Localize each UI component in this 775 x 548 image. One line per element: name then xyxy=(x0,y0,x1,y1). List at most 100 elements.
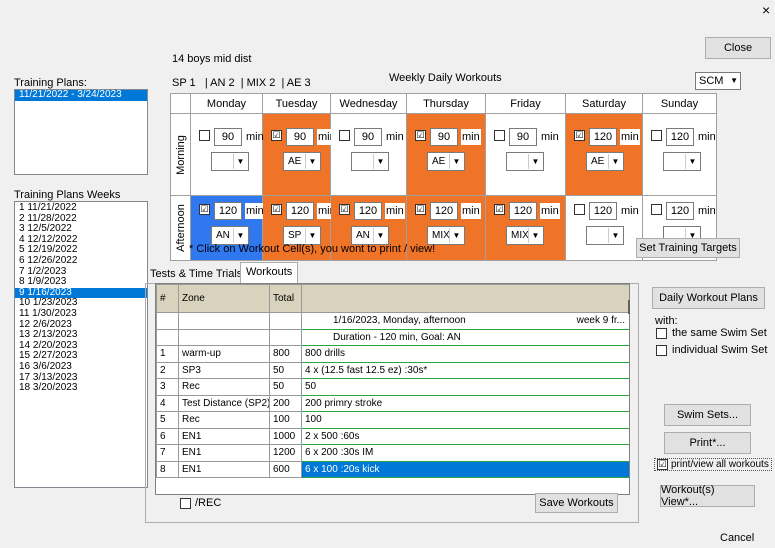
training-plans-list[interactable]: 11/21/2022 - 3/24/2023 xyxy=(14,89,148,175)
minutes-input[interactable]: 120 xyxy=(430,202,458,220)
list-item[interactable]: 16 3/6/2023 xyxy=(15,361,147,373)
minutes-input[interactable]: 120 xyxy=(666,128,694,146)
description-cell[interactable]: 6 x 200 :30s IM xyxy=(301,444,629,462)
minutes-input[interactable]: 120 xyxy=(589,202,617,220)
tab-tests-time-trials[interactable]: Tests & Time Trials xyxy=(146,266,246,284)
table-row[interactable]: 1 warm-up 800 800 drills xyxy=(156,345,629,363)
list-item[interactable]: 6 12/26/2022 xyxy=(15,255,147,267)
description-cell[interactable]: 50 xyxy=(301,378,629,396)
table-row[interactable]: 4 Test Distance (SP2) 200 200 primry stroke xyxy=(156,394,629,412)
workout-checkbox[interactable] xyxy=(574,204,585,215)
chevron-down-icon: ▼ xyxy=(685,154,699,169)
info-row: 1/16/2023, Monday, afternoon week 9 fr... xyxy=(156,312,629,330)
table-row[interactable]: 6 EN1 1000 2 x 500 :60s xyxy=(156,427,629,445)
save-workouts-button[interactable]: Save Workouts xyxy=(535,493,618,513)
minutes-input[interactable]: 90 xyxy=(354,128,382,146)
zone-select[interactable]: ▼ xyxy=(586,226,624,245)
unit-label: min xyxy=(540,203,560,219)
weeks-list[interactable]: 1 11/21/2022 2 11/28/2022 3 12/5/2022 4 12/… xyxy=(14,201,148,488)
row-number: 6 xyxy=(156,427,179,445)
close-button[interactable]: Close xyxy=(705,37,771,59)
workout-checkbox[interactable]: ☑ xyxy=(271,130,282,141)
workout-cell-morning-monday[interactable]: 90 min ▼ xyxy=(190,113,264,196)
table-row[interactable]: 3 Rec 50 50 xyxy=(156,378,629,396)
minutes-input[interactable]: 90 xyxy=(286,128,314,146)
minutes-input[interactable]: 120 xyxy=(286,202,314,220)
zone-select[interactable]: AE ▼ xyxy=(586,152,624,171)
minutes-input[interactable]: 120 xyxy=(509,202,537,220)
workout-cell-morning-wednesday[interactable]: 90 min ▼ xyxy=(330,113,407,196)
zone-select-value: AE xyxy=(432,156,446,167)
table-row[interactable]: 5 Rec 100 100 xyxy=(156,411,629,429)
workout-cell-morning-sunday[interactable]: 120 min ▼ xyxy=(642,113,717,196)
description-cell[interactable]: 100 xyxy=(301,411,629,429)
pool-select[interactable]: SCM ▼ xyxy=(695,72,741,90)
workout-cell-afternoon-friday[interactable]: ☑ 120 min MIX ▼ xyxy=(485,195,566,261)
table-row[interactable]: 2 SP3 50 4 x (12.5 fast 12.5 ez) :30s* xyxy=(156,361,629,379)
zone-select[interactable]: MIX ▼ xyxy=(506,226,544,245)
workout-checkbox[interactable]: ☑ xyxy=(415,204,426,215)
print-button[interactable]: Print*... xyxy=(664,432,751,454)
minutes-input[interactable]: 90 xyxy=(430,128,458,146)
workout-cell-afternoon-saturday[interactable]: 120 min ▼ xyxy=(565,195,643,261)
zone-select[interactable]: AE ▼ xyxy=(427,152,465,171)
list-item[interactable]: 11/21/2022 - 3/24/2023 xyxy=(15,89,147,101)
print-all-checkbox[interactable]: ☑ print/view all workouts xyxy=(654,458,772,471)
workout-checkbox[interactable]: ☑ xyxy=(494,204,505,215)
workout-cell-morning-saturday[interactable]: ☑ 120 min AE ▼ xyxy=(565,113,643,196)
workout-cell-morning-tuesday[interactable]: ☑ 90 min AE ▼ xyxy=(262,113,337,196)
workout-checkbox[interactable] xyxy=(651,130,662,141)
workout-checkbox[interactable]: ☑ xyxy=(271,204,282,215)
workout-checkbox[interactable]: ☑ xyxy=(574,130,585,141)
workout-checkbox[interactable] xyxy=(651,204,662,215)
cancel-button[interactable]: Cancel xyxy=(720,532,754,544)
workouts-view-button[interactable]: Workout(s) View*... xyxy=(660,484,755,508)
day-header-tuesday: Tuesday xyxy=(262,93,331,114)
minutes-input[interactable]: 90 xyxy=(214,128,242,146)
workout-detail-table[interactable]: # Zone Total 1/16/2023, Monday, afternoon we… xyxy=(155,283,630,495)
description-cell[interactable]: 2 x 500 :60s xyxy=(301,427,629,445)
weekly-workouts-grid[interactable]: Monday Tuesday Wednesday Thursday Friday Satu… xyxy=(170,93,717,261)
workout-cell-morning-friday[interactable]: 90 min ▼ xyxy=(485,113,566,196)
workout-checkbox[interactable]: ☑ xyxy=(415,130,426,141)
list-item[interactable]: 11 1/30/2023 xyxy=(15,308,147,320)
description-cell[interactable]: 4 x (12.5 fast 12.5 ez) :30s* xyxy=(301,361,629,379)
workout-checkbox[interactable]: ☑ xyxy=(339,204,350,215)
swim-sets-button[interactable]: Swim Sets... xyxy=(664,404,751,426)
total-cell: 600 xyxy=(269,460,302,478)
pool-select-value: SCM xyxy=(699,75,724,87)
list-item[interactable]: 18 3/20/2023 xyxy=(15,382,147,394)
rec-checkbox[interactable]: /REC xyxy=(180,497,221,509)
zone-select[interactable]: ▼ xyxy=(351,152,389,171)
minutes-input[interactable]: 120 xyxy=(589,128,617,146)
minutes-input[interactable]: 120 xyxy=(214,202,242,220)
tab-workouts[interactable]: Workouts xyxy=(240,262,299,284)
description-cell[interactable]: 800 drills xyxy=(301,345,629,363)
minutes-input[interactable]: 120 xyxy=(354,202,382,220)
workout-checkbox[interactable] xyxy=(199,130,210,141)
set-training-targets-button[interactable]: Set Training Targets xyxy=(636,238,740,258)
description-cell[interactable]: 6 x 100 :20s kick xyxy=(301,460,629,478)
workout-checkbox[interactable] xyxy=(339,130,350,141)
column-header xyxy=(301,284,629,313)
scrollbar[interactable] xyxy=(628,300,630,314)
zone-select[interactable]: AE ▼ xyxy=(283,152,321,171)
zone-select[interactable]: ▼ xyxy=(506,152,544,171)
workout-checkbox[interactable]: ☑ xyxy=(199,204,210,215)
table-row[interactable]: 7 EN1 1200 6 x 200 :30s IM xyxy=(156,444,629,462)
same-swim-set-box xyxy=(656,327,667,339)
daily-workout-plans-button[interactable]: Daily Workout Plans xyxy=(652,287,765,309)
list-item[interactable]: 1 11/21/2022 xyxy=(15,202,147,214)
table-row[interactable]: 8 EN1 600 6 x 100 :20s kick xyxy=(156,460,629,478)
window-close-icon[interactable]: × xyxy=(762,2,770,18)
minutes-input[interactable]: 120 xyxy=(666,202,694,220)
minutes-input[interactable]: 90 xyxy=(509,128,537,146)
zone-select[interactable]: ▼ xyxy=(211,152,249,171)
individual-swim-set-radio[interactable]: individual Swim Set xyxy=(656,344,767,356)
zone-select[interactable]: ▼ xyxy=(663,152,701,171)
workout-checkbox[interactable] xyxy=(494,130,505,141)
description-cell[interactable]: 200 primry stroke xyxy=(301,394,629,412)
workout-cell-morning-thursday[interactable]: ☑ 90 min AE ▼ xyxy=(406,113,486,196)
same-swim-set-radio[interactable]: the same Swim Set xyxy=(656,327,767,339)
unit-label: min xyxy=(620,129,640,145)
